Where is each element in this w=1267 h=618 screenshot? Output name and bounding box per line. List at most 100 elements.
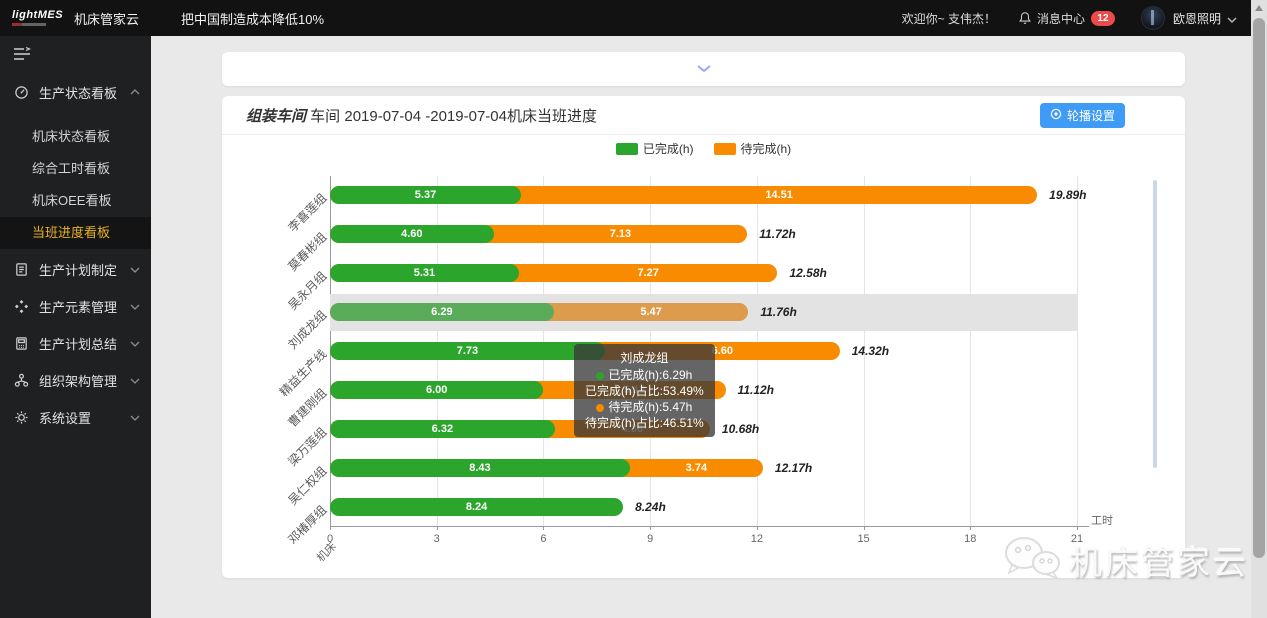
diamond-icon bbox=[14, 299, 30, 315]
bar-value-label-completed: 6.32 bbox=[432, 423, 453, 435]
account-name[interactable]: 欧恩照明 bbox=[1173, 10, 1221, 27]
sidebar-subitem-0-0[interactable]: 机床状态看板 bbox=[0, 121, 151, 153]
message-count-badge[interactable]: 12 bbox=[1091, 11, 1115, 26]
legend-swatch-completed bbox=[616, 143, 638, 155]
expand-filters-chevron-icon[interactable] bbox=[697, 60, 711, 78]
chart-tooltip: 刘成龙组 已完成(h):6.29h已完成(h)占比:53.49%待完成(h):5… bbox=[574, 344, 715, 437]
brand-name: 机床管家云 bbox=[74, 9, 139, 28]
gear-icon bbox=[14, 410, 30, 426]
x-tick-label: 0 bbox=[315, 533, 345, 545]
bell-icon[interactable] bbox=[1018, 11, 1032, 25]
sidebar-item-5[interactable]: 系统设置 bbox=[0, 399, 151, 436]
bar-value-label-pending: 5.47 bbox=[640, 306, 661, 318]
logo-subline bbox=[12, 23, 46, 26]
category-label: 梁万莲组 bbox=[284, 423, 330, 469]
chevron-down-icon bbox=[130, 267, 140, 273]
filter-panel-collapsed bbox=[222, 52, 1185, 86]
page: lightMES 机床管家云 把中国制造成本降低10% 欢迎你~ 支伟杰！ 消息… bbox=[0, 0, 1267, 618]
tooltip-series-dot bbox=[596, 372, 604, 380]
x-tick-label: 18 bbox=[955, 533, 985, 545]
chart-title: 组装车间 车间 2019-07-04 -2019-07-04机床当班进度 bbox=[246, 105, 597, 126]
bar-value-label-completed: 5.31 bbox=[414, 267, 435, 279]
gauge-icon bbox=[14, 84, 30, 100]
x-tick-label: 15 bbox=[849, 533, 879, 545]
bar-value-label-completed: 7.73 bbox=[457, 345, 478, 357]
document-icon bbox=[14, 262, 30, 278]
app-logo[interactable]: lightMES bbox=[12, 10, 68, 26]
scrollbar-thumb bbox=[1253, 18, 1265, 558]
legend-item-pending[interactable]: 待完成(h) bbox=[714, 140, 792, 157]
slogan-text: 把中国制造成本降低10% bbox=[181, 9, 324, 28]
sidebar-item-label: 组织架构管理 bbox=[39, 371, 117, 390]
bar-total-label: 12.58h bbox=[789, 266, 826, 280]
tooltip-title: 刘成龙组 bbox=[585, 350, 704, 366]
sidebar-item-0[interactable]: 生产状态看板 bbox=[0, 72, 151, 112]
x-axis-line bbox=[330, 526, 1089, 527]
bar-total-label: 8.24h bbox=[635, 500, 666, 514]
chevron-down-icon bbox=[130, 341, 140, 347]
bar-total-label: 11.76h bbox=[760, 305, 796, 319]
category-label: 刘成龙组 bbox=[284, 307, 330, 353]
avatar[interactable] bbox=[1141, 6, 1165, 30]
sidebar-subitem-0-2[interactable]: 机床OEE看板 bbox=[0, 185, 151, 217]
message-center-link[interactable]: 消息中心 bbox=[1037, 10, 1085, 27]
category-label: 吴永月组 bbox=[284, 268, 330, 314]
bar-value-label-pending: 3.74 bbox=[686, 462, 707, 474]
bar-value-label-completed: 5.37 bbox=[415, 189, 436, 201]
bar-value-label-completed: 6.00 bbox=[426, 384, 447, 396]
progress-chart-card: 组装车间 车间 2019-07-04 -2019-07-04机床当班进度 轮播设… bbox=[222, 96, 1185, 578]
legend-item-completed[interactable]: 已完成(h) bbox=[616, 140, 694, 157]
sidebar-item-label: 生产状态看板 bbox=[39, 83, 117, 102]
bar-value-label-completed: 8.43 bbox=[469, 462, 490, 474]
bar-value-label-pending: 6.60 bbox=[712, 345, 733, 357]
bar-total-label: 19.89h bbox=[1049, 188, 1086, 202]
x-tick-label: 6 bbox=[528, 533, 558, 545]
x-tick-label: 12 bbox=[742, 533, 772, 545]
sidebar-subitem-0-1[interactable]: 综合工时看板 bbox=[0, 153, 151, 185]
sidebar-item-label: 系统设置 bbox=[39, 408, 91, 427]
tooltip-line: 已完成(h)占比:53.49% bbox=[585, 383, 704, 399]
sidebar: 生产状态看板机床状态看板综合工时看板机床OEE看板当班进度看板生产计划制定生产元… bbox=[0, 36, 151, 618]
chevron-down-icon bbox=[130, 378, 140, 384]
topbar: lightMES 机床管家云 把中国制造成本降低10% 欢迎你~ 支伟杰！ 消息… bbox=[0, 0, 1251, 36]
sidebar-item-label: 生产计划制定 bbox=[39, 260, 117, 279]
collapse-sidebar-icon[interactable] bbox=[0, 36, 151, 72]
sidebar-item-2[interactable]: 生产元素管理 bbox=[0, 288, 151, 325]
tooltip-line: 待完成(h):5.47h bbox=[585, 399, 704, 415]
tooltip-line: 待完成(h)占比:46.51% bbox=[585, 415, 704, 431]
sidebar-item-label: 生产计划总结 bbox=[39, 334, 117, 353]
bar-value-label-completed: 8.24 bbox=[466, 501, 487, 513]
browser-scrollbar[interactable] bbox=[1251, 0, 1267, 618]
logo-text: lightMES bbox=[12, 10, 68, 21]
x-tick-label: 9 bbox=[635, 533, 665, 545]
carousel-settings-button[interactable]: 轮播设置 bbox=[1040, 103, 1125, 128]
x-axis-title: 工时 bbox=[1091, 512, 1113, 528]
chevron-down-icon bbox=[130, 415, 140, 421]
bar-total-label: 11.12h bbox=[738, 383, 774, 397]
welcome-text: 欢迎你~ 支伟杰！ bbox=[902, 10, 996, 27]
chevron-up-icon bbox=[130, 89, 140, 95]
bar-total-label: 14.32h bbox=[852, 344, 889, 358]
gridline bbox=[1077, 176, 1078, 526]
sidebar-item-1[interactable]: 生产计划制定 bbox=[0, 251, 151, 288]
settings-circle-icon bbox=[1050, 108, 1062, 123]
bar-value-label-pending: 7.13 bbox=[610, 228, 631, 240]
chevron-down-icon bbox=[130, 304, 140, 310]
sidebar-item-4[interactable]: 组织架构管理 bbox=[0, 362, 151, 399]
bar-value-label-completed: 4.60 bbox=[401, 228, 422, 240]
bar-value-label-pending: 14.51 bbox=[765, 189, 793, 201]
category-label: 吴仁权组 bbox=[284, 462, 330, 508]
tooltip-series-dot bbox=[596, 404, 604, 412]
gridline bbox=[970, 176, 971, 526]
x-tick-label: 21 bbox=[1062, 533, 1092, 545]
chart-legend: 已完成(h) 待完成(h) bbox=[222, 140, 1185, 157]
legend-swatch-pending bbox=[714, 143, 736, 155]
chart-inner-scrollbar[interactable] bbox=[1153, 180, 1157, 468]
bar-total-label: 10.68h bbox=[722, 422, 759, 436]
sidebar-item-label: 生产元素管理 bbox=[39, 297, 117, 316]
account-chevron-down-icon[interactable] bbox=[1227, 10, 1237, 28]
sidebar-subitem-0-3[interactable]: 当班进度看板 bbox=[0, 217, 151, 249]
sidebar-item-3[interactable]: 生产计划总结 bbox=[0, 325, 151, 362]
bar-total-label: 12.17h bbox=[775, 461, 812, 475]
category-label: 李喜莲组 bbox=[284, 190, 330, 236]
